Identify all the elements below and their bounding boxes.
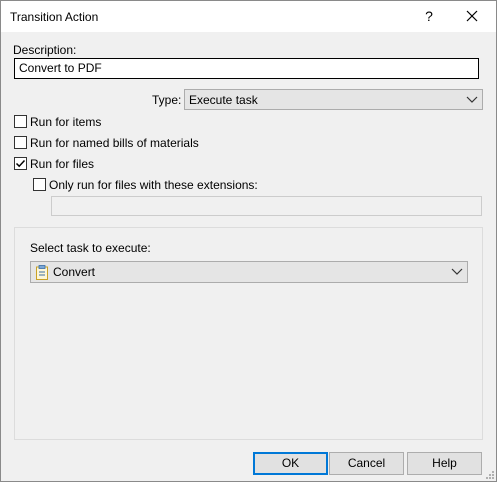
type-select-value: Execute task [189, 93, 258, 107]
task-select-value: Convert [53, 265, 96, 279]
description-field[interactable]: Convert to PDF [14, 58, 479, 79]
task-select[interactable]: Convert [30, 261, 468, 283]
run-for-named-boms-checkbox[interactable] [14, 136, 27, 149]
ok-button[interactable]: OK [253, 452, 328, 475]
run-for-files-label: Run for files [30, 157, 95, 171]
help-title-button[interactable]: ? [415, 3, 443, 29]
transition-action-dialog: Transition Action ? Description: Convert… [0, 0, 497, 482]
only-run-extensions-label: Only run for files with these extensions… [49, 178, 258, 192]
chevron-down-icon [451, 268, 463, 275]
run-for-items-label: Run for items [30, 115, 102, 129]
run-for-named-boms-label: Run for named bills of materials [30, 136, 199, 150]
only-run-extensions-checkbox[interactable] [33, 178, 46, 191]
select-task-label: Select task to execute: [30, 241, 151, 255]
close-button[interactable] [456, 3, 488, 29]
run-for-items-checkbox[interactable] [14, 115, 27, 128]
help-button[interactable]: Help [407, 452, 482, 475]
task-group-panel [14, 227, 483, 440]
extensions-field[interactable] [51, 196, 482, 216]
type-label: Type: [152, 93, 182, 107]
title-bar: Transition Action ? [1, 1, 496, 32]
checkmark-icon [15, 159, 26, 168]
cancel-button[interactable]: Cancel [329, 452, 404, 475]
clipboard-icon [36, 265, 48, 280]
run-for-files-checkbox[interactable] [14, 157, 27, 170]
window-title: Transition Action [10, 10, 99, 24]
description-label: Description: [13, 43, 77, 57]
resize-grip-icon[interactable] [484, 469, 495, 480]
chevron-down-icon [466, 96, 478, 103]
type-select[interactable]: Execute task [184, 89, 483, 110]
close-icon [466, 10, 478, 22]
